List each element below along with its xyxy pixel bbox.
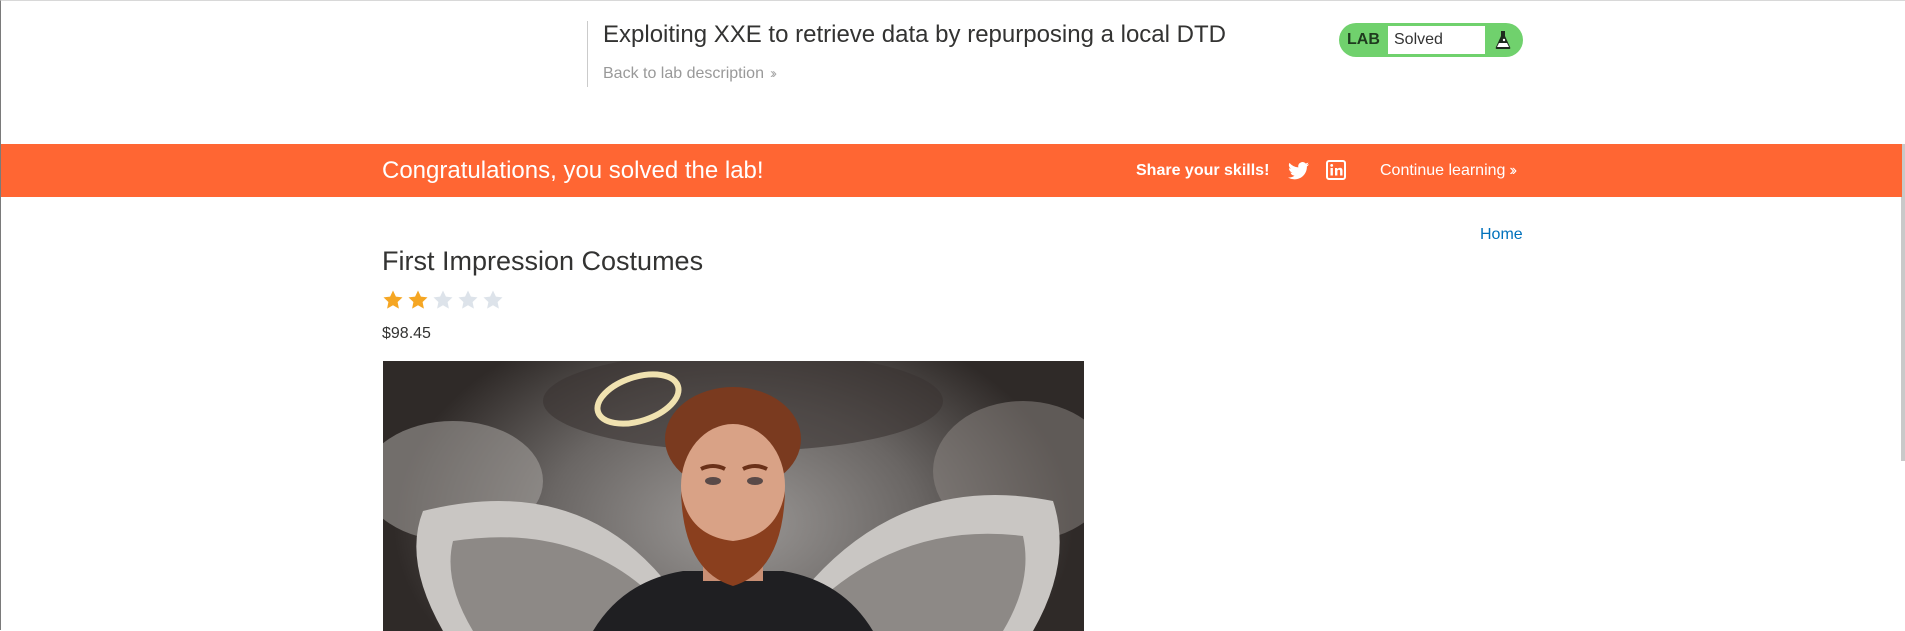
lab-status-text: Solved: [1388, 26, 1485, 54]
chevron-right-icon: ››: [769, 65, 777, 82]
twitter-icon[interactable]: [1288, 160, 1310, 182]
linkedin-icon[interactable]: [1326, 160, 1348, 182]
home-link[interactable]: Home: [1480, 226, 1523, 244]
continue-learning-label: Continue learning: [1380, 162, 1506, 179]
star-icon: [408, 290, 428, 309]
star-icon: [383, 290, 403, 309]
flask-icon: [1489, 23, 1517, 57]
lab-solved-banner: Congratulations, you solved the lab! Sha…: [1, 144, 1902, 197]
product-title: First Impression Costumes: [382, 246, 704, 276]
back-to-lab-description-link[interactable]: Back to lab description ››: [603, 65, 777, 83]
star-icon: [483, 290, 503, 309]
lab-status-widget: LAB Solved: [1339, 23, 1523, 57]
product-image: [383, 361, 1084, 631]
chevron-right-icon: ››: [1509, 162, 1516, 179]
lab-badge: LAB: [1347, 31, 1380, 48]
continue-learning-link[interactable]: Continue learning ››: [1380, 144, 1517, 197]
lab-title: Exploiting XXE to retrieve data by repur…: [603, 21, 1226, 48]
share-skills-label: Share your skills!: [1136, 162, 1270, 179]
divider: [587, 21, 588, 87]
product-rating: [382, 289, 504, 315]
academy-lab-header: Exploiting XXE to retrieve data by repur…: [1, 1, 1905, 144]
star-icon: [458, 290, 478, 309]
star-icon: [433, 290, 453, 309]
congratulations-message: Congratulations, you solved the lab!: [382, 157, 764, 184]
product-price: $98.45: [382, 325, 431, 342]
back-link-label: Back to lab description: [603, 65, 764, 82]
